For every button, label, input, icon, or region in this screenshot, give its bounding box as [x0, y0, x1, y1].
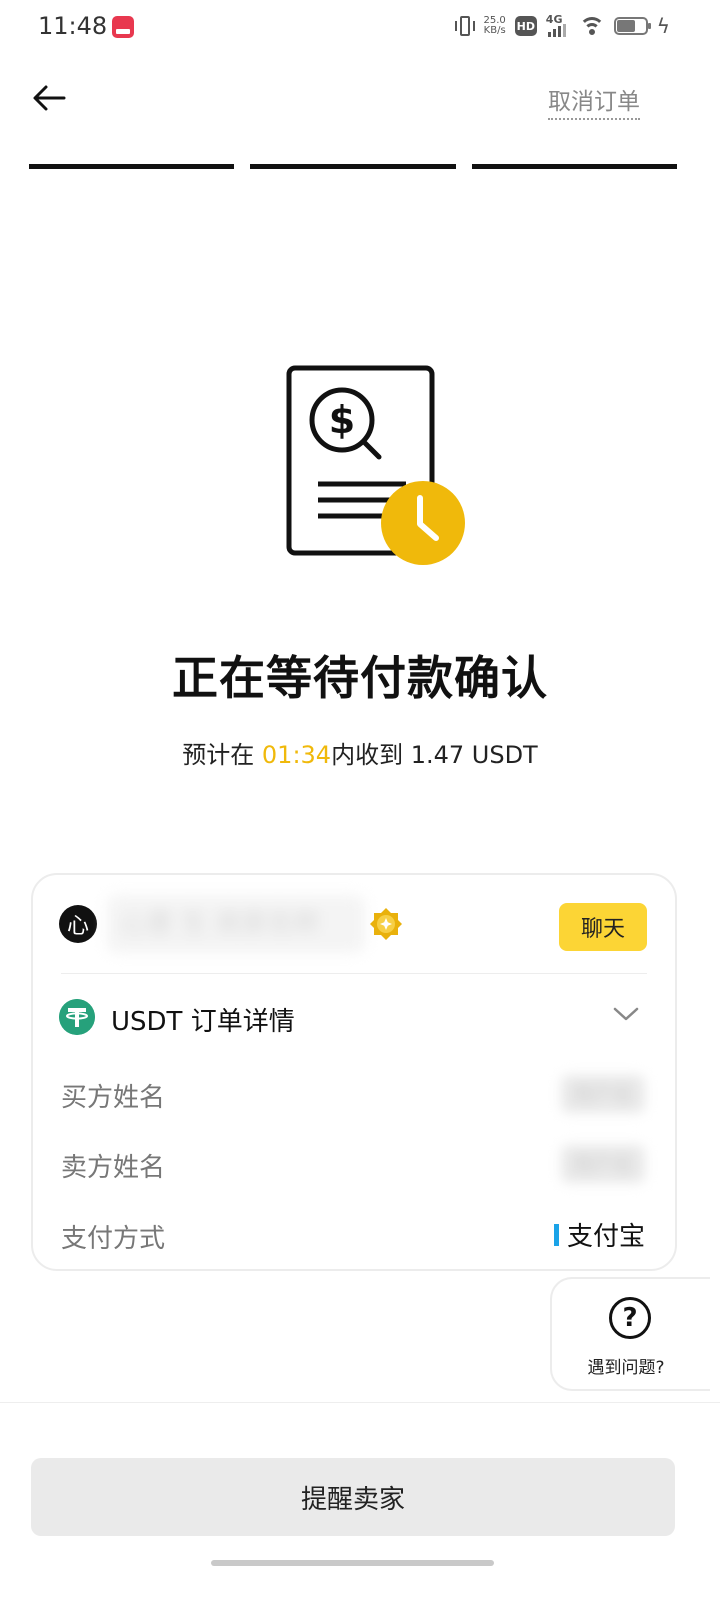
status-time: 11:48 [38, 12, 108, 40]
home-indicator[interactable] [211, 1560, 494, 1566]
payment-method-value: 支付宝 [553, 1216, 645, 1253]
battery-icon [613, 17, 651, 35]
merchant-name[interactable]: 心意 生 商家名称 [107, 895, 365, 953]
progress-step [471, 164, 677, 169]
seller-name-row: 卖方姓名 用户名 [33, 1135, 675, 1195]
payment-eta-text: 预计在 01:34内收到 1.47 USDT [0, 735, 720, 770]
progress-step [250, 164, 456, 169]
help-label: 遇到问题? [587, 1358, 665, 1378]
payment-method-name: 支付宝 [566, 1222, 645, 1252]
footer-divider [0, 1402, 720, 1403]
charging-icon: ϟ [656, 14, 670, 38]
document-dollar-search-clock-icon: $ [286, 365, 465, 565]
order-details-title: USDT 订单详情 [111, 1007, 295, 1037]
payment-method-color-marker [553, 1223, 559, 1246]
chevron-down-icon [613, 1007, 639, 1021]
page-title: 正在等待付款确认 [172, 651, 548, 705]
order-card: 心 心意 生 商家名称 聊天 USDT 订单详情 买方姓名 用户名 卖方姓名 用… [31, 873, 677, 1271]
arrow-left-icon [33, 85, 66, 111]
payment-method-row: 支付方式 支付宝 [33, 1206, 675, 1266]
remind-seller-button[interactable]: 提醒卖家 [31, 1458, 675, 1536]
order-details-toggle[interactable]: USDT 订单详情 [33, 975, 675, 1063]
cancel-order-link[interactable]: 取消订单 [548, 82, 640, 120]
chat-button[interactable]: 聊天 [559, 903, 647, 951]
progress-step [29, 164, 235, 169]
seller-name-label: 卖方姓名 [61, 1153, 166, 1183]
help-button[interactable]: ? 遇到问题? [550, 1277, 710, 1391]
question-circle-icon: ? [609, 1297, 651, 1339]
usdt-icon [59, 999, 95, 1035]
countdown-timer: 01:34 [261, 741, 332, 769]
verified-badge-icon [370, 908, 402, 940]
buyer-name-row: 买方姓名 用户名 [33, 1065, 675, 1125]
back-button[interactable] [30, 78, 70, 118]
order-progress-bar [29, 164, 677, 169]
status-icons: 25.0 KB/s HD 4G ϟ [454, 13, 670, 38]
hd-icon: HD [514, 16, 537, 36]
divider [61, 973, 647, 974]
svg-text:$: $ [329, 398, 355, 442]
signal-4g-icon: 4G [546, 13, 570, 37]
buyer-name-label: 买方姓名 [61, 1083, 166, 1113]
network-speed: 25.0 KB/s [484, 16, 506, 36]
buyer-name-value: 用户名 [561, 1075, 645, 1113]
wifi-icon [578, 15, 605, 37]
eta-suffix: 内收到 1.47 USDT [331, 741, 538, 769]
app-notification-icon [112, 16, 134, 38]
vibrate-icon [454, 14, 475, 38]
eta-prefix: 预计在 [182, 741, 262, 769]
seller-name-value: 用户名 [561, 1145, 645, 1183]
payment-method-label: 支付方式 [61, 1224, 166, 1254]
network-speed-unit: KB/s [483, 25, 506, 36]
status-bar: 11:48 25.0 KB/s HD 4G ϟ [0, 0, 720, 56]
merchant-avatar[interactable]: 心 [59, 905, 97, 943]
